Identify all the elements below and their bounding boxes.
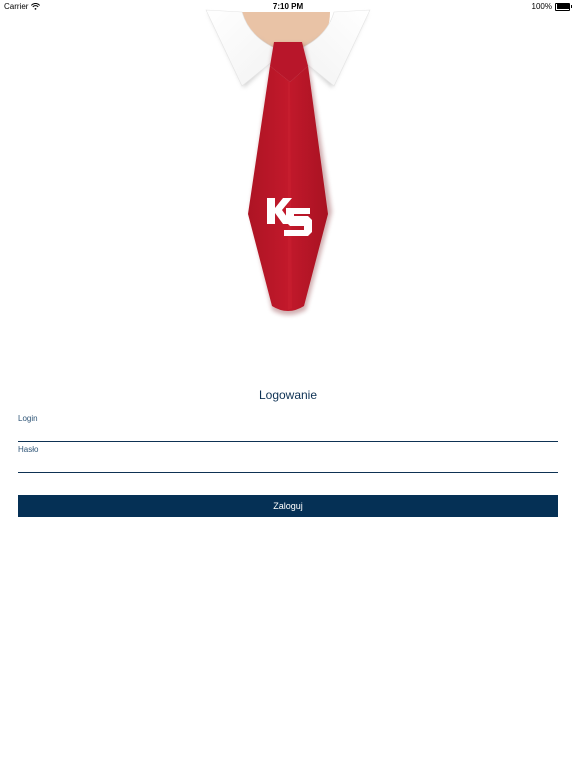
password-label: Hasło <box>18 445 39 454</box>
shirt-tie-illustration: KS <box>205 9 371 315</box>
password-input[interactable] <box>18 459 558 473</box>
login-button[interactable]: Zaloguj <box>18 495 558 517</box>
battery-icon <box>555 2 570 11</box>
status-right: 100% <box>532 2 572 11</box>
battery-percent: 100% <box>531 2 552 11</box>
battery-fill <box>556 4 569 9</box>
login-label: Login <box>18 414 38 423</box>
login-input[interactable] <box>18 428 558 442</box>
battery-tip <box>571 5 572 8</box>
login-screen: Carrier 7:10 PM 100% Logowanie Login Has… <box>0 0 576 768</box>
form-title: Logowanie <box>258 388 318 402</box>
